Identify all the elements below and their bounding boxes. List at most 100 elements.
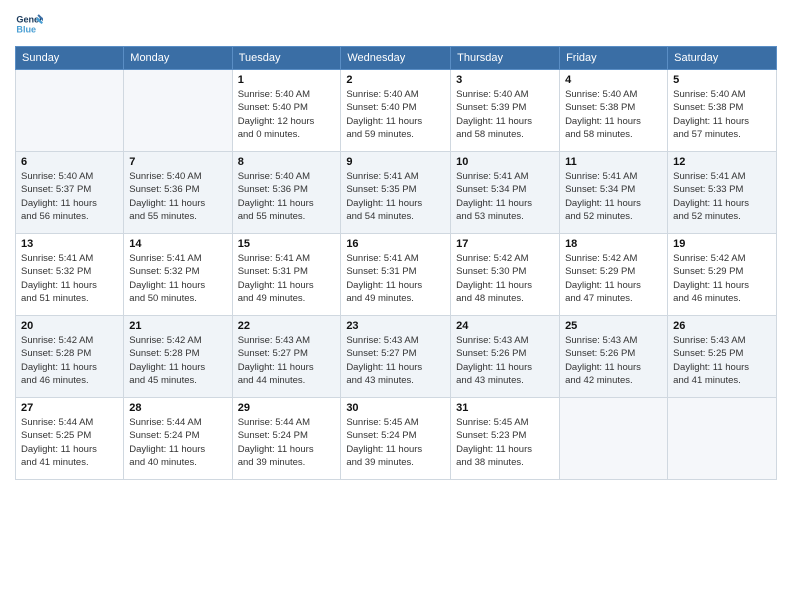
day-number: 19 <box>673 238 771 250</box>
day-info: Sunrise: 5:43 AMSunset: 5:27 PMDaylight:… <box>238 334 336 387</box>
day-info: Sunrise: 5:45 AMSunset: 5:24 PMDaylight:… <box>346 416 445 469</box>
day-info: Sunrise: 5:45 AMSunset: 5:23 PMDaylight:… <box>456 416 554 469</box>
day-number: 24 <box>456 320 554 332</box>
day-info: Sunrise: 5:40 AMSunset: 5:36 PMDaylight:… <box>129 170 226 223</box>
day-number: 3 <box>456 74 554 86</box>
header-cell-wednesday: Wednesday <box>341 47 451 70</box>
day-number: 15 <box>238 238 336 250</box>
week-row-4: 20 Sunrise: 5:42 AMSunset: 5:28 PMDayligh… <box>16 316 777 398</box>
week-row-5: 27Sunrise: 5:44 AMSunset: 5:25 PMDayligh… <box>16 398 777 480</box>
day-number: 11 <box>565 156 662 168</box>
calendar-cell: 11 Sunrise: 5:41 AMSunset: 5:34 PMDayligh… <box>560 152 668 234</box>
day-number: 20 <box>21 320 118 332</box>
day-info: Sunrise: 5:42 AMSunset: 5:28 PMDaylight:… <box>21 334 118 387</box>
day-number: 14 <box>129 238 226 250</box>
day-number: 9 <box>346 156 445 168</box>
day-number: 28 <box>129 402 226 414</box>
calendar-cell: 21 Sunrise: 5:42 AMSunset: 5:28 PMDayligh… <box>124 316 232 398</box>
day-info: Sunrise: 5:41 AMSunset: 5:32 PMDaylight:… <box>129 252 226 305</box>
calendar-cell: 19 Sunrise: 5:42 AMSunset: 5:29 PMDayligh… <box>668 234 777 316</box>
calendar-cell: 31 Sunrise: 5:45 AMSunset: 5:23 PMDayligh… <box>451 398 560 480</box>
day-number: 1 <box>238 74 336 86</box>
logo-icon: General Blue <box>15 10 43 38</box>
calendar-cell: 29Sunrise: 5:44 AMSunset: 5:24 PMDayligh… <box>232 398 341 480</box>
day-info: Sunrise: 5:41 AMSunset: 5:34 PMDaylight:… <box>565 170 662 223</box>
calendar-cell: 28 Sunrise: 5:44 AMSunset: 5:24 PMDayligh… <box>124 398 232 480</box>
week-row-2: 6Sunrise: 5:40 AMSunset: 5:37 PMDaylight… <box>16 152 777 234</box>
page-container: General Blue SundayMondayTuesdayWednesda… <box>0 0 792 490</box>
day-info: Sunrise: 5:41 AMSunset: 5:33 PMDaylight:… <box>673 170 771 223</box>
day-info: Sunrise: 5:41 AMSunset: 5:31 PMDaylight:… <box>346 252 445 305</box>
day-number: 23 <box>346 320 445 332</box>
day-info: Sunrise: 5:43 AMSunset: 5:27 PMDaylight:… <box>346 334 445 387</box>
day-info: Sunrise: 5:40 AMSunset: 5:38 PMDaylight:… <box>565 88 662 141</box>
day-info: Sunrise: 5:43 AMSunset: 5:26 PMDaylight:… <box>456 334 554 387</box>
day-info: Sunrise: 5:42 AMSunset: 5:30 PMDaylight:… <box>456 252 554 305</box>
day-number: 27 <box>21 402 118 414</box>
day-info: Sunrise: 5:41 AMSunset: 5:34 PMDaylight:… <box>456 170 554 223</box>
calendar-cell <box>16 70 124 152</box>
day-number: 5 <box>673 74 771 86</box>
week-row-3: 13 Sunrise: 5:41 AMSunset: 5:32 PMDayligh… <box>16 234 777 316</box>
calendar-cell: 30Sunrise: 5:45 AMSunset: 5:24 PMDayligh… <box>341 398 451 480</box>
day-number: 21 <box>129 320 226 332</box>
header-cell-monday: Monday <box>124 47 232 70</box>
day-info: Sunrise: 5:40 AMSunset: 5:39 PMDaylight:… <box>456 88 554 141</box>
calendar-cell: 25Sunrise: 5:43 AMSunset: 5:26 PMDayligh… <box>560 316 668 398</box>
day-info: Sunrise: 5:42 AMSunset: 5:28 PMDaylight:… <box>129 334 226 387</box>
day-info: Sunrise: 5:40 AMSunset: 5:36 PMDaylight:… <box>238 170 336 223</box>
day-number: 13 <box>21 238 118 250</box>
day-info: Sunrise: 5:43 AMSunset: 5:25 PMDaylight:… <box>673 334 771 387</box>
calendar-cell: 13 Sunrise: 5:41 AMSunset: 5:32 PMDayligh… <box>16 234 124 316</box>
header-cell-thursday: Thursday <box>451 47 560 70</box>
calendar-cell: 18Sunrise: 5:42 AMSunset: 5:29 PMDayligh… <box>560 234 668 316</box>
day-number: 18 <box>565 238 662 250</box>
calendar-cell: 12 Sunrise: 5:41 AMSunset: 5:33 PMDayligh… <box>668 152 777 234</box>
day-number: 12 <box>673 156 771 168</box>
calendar-cell <box>668 398 777 480</box>
day-info: Sunrise: 5:42 AMSunset: 5:29 PMDaylight:… <box>673 252 771 305</box>
day-info: Sunrise: 5:41 AMSunset: 5:35 PMDaylight:… <box>346 170 445 223</box>
calendar-cell: 15 Sunrise: 5:41 AMSunset: 5:31 PMDayligh… <box>232 234 341 316</box>
day-info: Sunrise: 5:41 AMSunset: 5:32 PMDaylight:… <box>21 252 118 305</box>
day-info: Sunrise: 5:43 AMSunset: 5:26 PMDaylight:… <box>565 334 662 387</box>
day-number: 2 <box>346 74 445 86</box>
day-number: 31 <box>456 402 554 414</box>
calendar-cell: 26Sunrise: 5:43 AMSunset: 5:25 PMDayligh… <box>668 316 777 398</box>
day-info: Sunrise: 5:40 AMSunset: 5:38 PMDaylight:… <box>673 88 771 141</box>
calendar-cell: 9 Sunrise: 5:41 AMSunset: 5:35 PMDaylight… <box>341 152 451 234</box>
day-info: Sunrise: 5:40 AMSunset: 5:40 PMDaylight:… <box>346 88 445 141</box>
day-number: 10 <box>456 156 554 168</box>
calendar-cell: 27Sunrise: 5:44 AMSunset: 5:25 PMDayligh… <box>16 398 124 480</box>
calendar-cell: 4 Sunrise: 5:40 AMSunset: 5:38 PMDaylight… <box>560 70 668 152</box>
svg-text:Blue: Blue <box>16 24 36 34</box>
calendar-cell <box>560 398 668 480</box>
header-cell-tuesday: Tuesday <box>232 47 341 70</box>
calendar-cell: 8 Sunrise: 5:40 AMSunset: 5:36 PMDaylight… <box>232 152 341 234</box>
day-info: Sunrise: 5:40 AMSunset: 5:40 PMDaylight:… <box>238 88 336 141</box>
day-number: 16 <box>346 238 445 250</box>
header-cell-friday: Friday <box>560 47 668 70</box>
calendar-cell: 23 Sunrise: 5:43 AMSunset: 5:27 PMDayligh… <box>341 316 451 398</box>
calendar-cell: 16 Sunrise: 5:41 AMSunset: 5:31 PMDayligh… <box>341 234 451 316</box>
day-info: Sunrise: 5:41 AMSunset: 5:31 PMDaylight:… <box>238 252 336 305</box>
calendar-cell <box>124 70 232 152</box>
day-number: 4 <box>565 74 662 86</box>
calendar-cell: 20 Sunrise: 5:42 AMSunset: 5:28 PMDayligh… <box>16 316 124 398</box>
header-cell-saturday: Saturday <box>668 47 777 70</box>
day-info: Sunrise: 5:40 AMSunset: 5:37 PMDaylight:… <box>21 170 118 223</box>
calendar-cell: 5 Sunrise: 5:40 AMSunset: 5:38 PMDaylight… <box>668 70 777 152</box>
day-number: 8 <box>238 156 336 168</box>
day-number: 22 <box>238 320 336 332</box>
day-info: Sunrise: 5:44 AMSunset: 5:24 PMDaylight:… <box>129 416 226 469</box>
header-cell-sunday: Sunday <box>16 47 124 70</box>
day-number: 29 <box>238 402 336 414</box>
calendar-cell: 7 Sunrise: 5:40 AMSunset: 5:36 PMDaylight… <box>124 152 232 234</box>
day-number: 7 <box>129 156 226 168</box>
calendar-cell: 1 Sunrise: 5:40 AMSunset: 5:40 PMDaylight… <box>232 70 341 152</box>
logo: General Blue <box>15 10 47 38</box>
week-row-1: 1 Sunrise: 5:40 AMSunset: 5:40 PMDaylight… <box>16 70 777 152</box>
header-row: SundayMondayTuesdayWednesdayThursdayFrid… <box>16 47 777 70</box>
calendar-cell: 2 Sunrise: 5:40 AMSunset: 5:40 PMDaylight… <box>341 70 451 152</box>
calendar-cell: 3 Sunrise: 5:40 AMSunset: 5:39 PMDaylight… <box>451 70 560 152</box>
